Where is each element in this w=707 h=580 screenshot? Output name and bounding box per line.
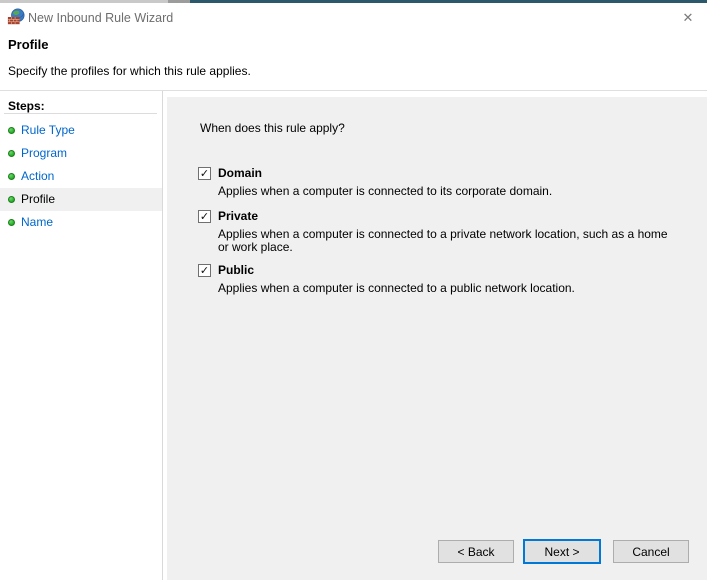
- firewall-icon: [7, 8, 25, 26]
- step-bullet-icon: [8, 219, 15, 226]
- step-label: Action: [21, 165, 54, 188]
- close-icon[interactable]: ✕: [678, 8, 698, 28]
- step-bullet-icon: [8, 150, 15, 157]
- step-label: Rule Type: [21, 119, 75, 142]
- sidebar-step-name[interactable]: Name: [0, 211, 162, 234]
- profile-label-public[interactable]: Public: [218, 263, 254, 277]
- step-bullet-icon: [8, 196, 15, 203]
- steps-divider: [4, 113, 157, 114]
- page-title: Profile: [8, 37, 48, 52]
- steps-list: Rule Type Program Action Profile Name: [0, 119, 162, 234]
- checkbox-public[interactable]: ✓: [198, 264, 211, 277]
- sidebar-step-profile[interactable]: Profile: [0, 188, 162, 211]
- step-label: Program: [21, 142, 67, 165]
- window-title: New Inbound Rule Wizard: [28, 11, 173, 25]
- step-bullet-icon: [8, 173, 15, 180]
- step-label: Name: [21, 211, 53, 234]
- cancel-button[interactable]: Cancel: [613, 540, 689, 563]
- step-label: Profile: [21, 188, 55, 211]
- checkbox-private[interactable]: ✓: [198, 210, 211, 223]
- question-text: When does this rule apply?: [200, 121, 345, 135]
- profile-desc-private: Applies when a computer is connected to …: [218, 228, 688, 254]
- title-bar: New Inbound Rule Wizard ✕: [0, 3, 707, 33]
- checkbox-domain[interactable]: ✓: [198, 167, 211, 180]
- profile-label-private[interactable]: Private: [218, 209, 258, 223]
- next-button[interactable]: Next >: [523, 539, 601, 564]
- profile-desc-domain: Applies when a computer is connected to …: [218, 185, 688, 198]
- profile-desc-public: Applies when a computer is connected to …: [218, 282, 688, 295]
- profile-label-domain[interactable]: Domain: [218, 166, 262, 180]
- sidebar-step-program[interactable]: Program: [0, 142, 162, 165]
- sidebar-step-action[interactable]: Action: [0, 165, 162, 188]
- steps-sidebar: Steps: Rule Type Program Action Profile …: [0, 91, 163, 580]
- steps-heading: Steps:: [8, 99, 45, 113]
- sidebar-step-rule-type[interactable]: Rule Type: [0, 119, 162, 142]
- page-subtitle: Specify the profiles for which this rule…: [8, 64, 251, 78]
- content-panel: When does this rule apply? ✓ Domain Appl…: [167, 97, 707, 580]
- step-bullet-icon: [8, 127, 15, 134]
- back-button[interactable]: < Back: [438, 540, 514, 563]
